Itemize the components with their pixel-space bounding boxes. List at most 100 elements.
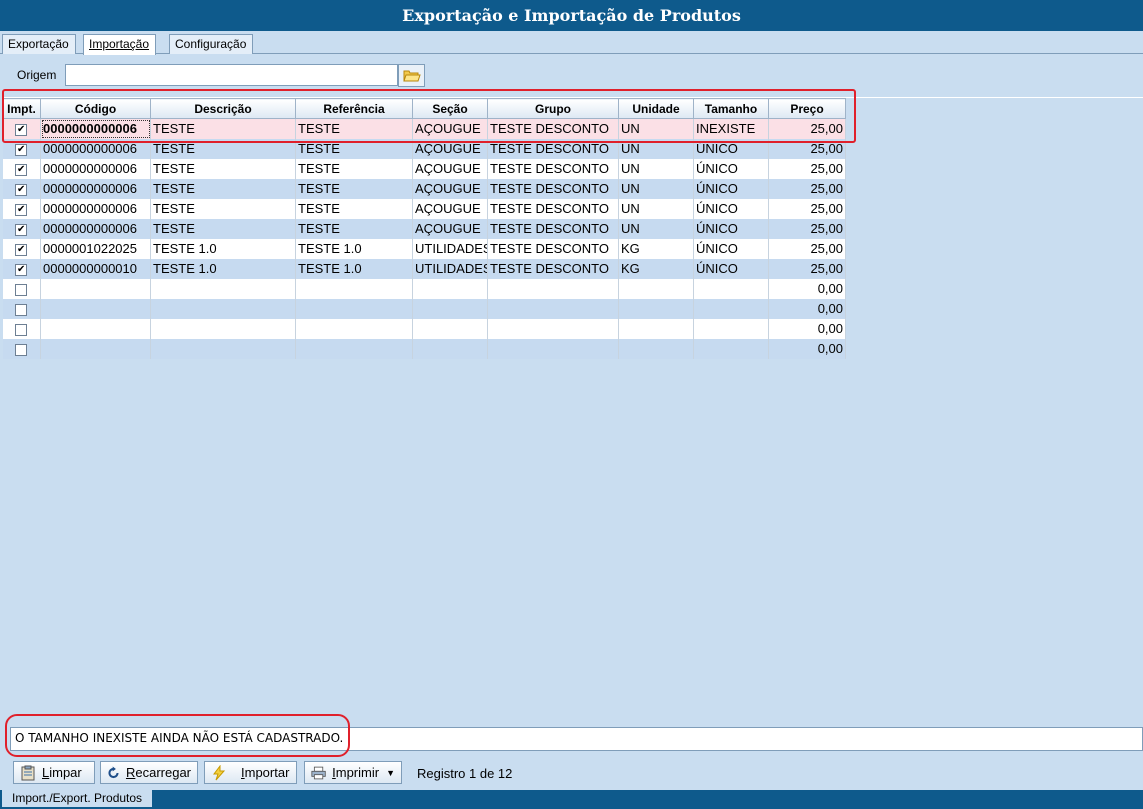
- cell-descricao[interactable]: TESTE: [150, 218, 296, 239]
- cell-unidade[interactable]: UN: [618, 218, 694, 239]
- checkbox-unchecked[interactable]: [15, 343, 28, 356]
- cell-preco[interactable]: 25,00: [768, 178, 846, 199]
- cell-tamanho[interactable]: [693, 278, 769, 299]
- tab-configuracao[interactable]: Configuração: [169, 34, 254, 54]
- cell-descricao[interactable]: TESTE: [150, 178, 296, 199]
- cell-referencia[interactable]: TESTE: [295, 218, 413, 239]
- cell-tamanho[interactable]: ÚNICO: [693, 198, 769, 219]
- tab-importacao[interactable]: Importação: [83, 34, 157, 55]
- cell-tamanho[interactable]: ÚNICO: [693, 238, 769, 259]
- cell-secao[interactable]: [412, 318, 488, 339]
- cell-preco[interactable]: 0,00: [768, 298, 846, 319]
- cell-secao[interactable]: [412, 338, 488, 359]
- cell-unidade[interactable]: UN: [618, 158, 694, 179]
- cell-grupo[interactable]: [487, 338, 619, 359]
- cell-codigo[interactable]: 0000001022025: [40, 238, 151, 259]
- cell-grupo[interactable]: [487, 278, 619, 299]
- cell-grupo[interactable]: TESTE DESCONTO: [487, 258, 619, 279]
- cell-referencia[interactable]: [295, 278, 413, 299]
- cell-secao[interactable]: AÇOUGUE: [412, 198, 488, 219]
- cell-codigo[interactable]: 0000000000006: [40, 198, 151, 219]
- cell-unidade[interactable]: [618, 278, 694, 299]
- cell-preco[interactable]: 0,00: [768, 338, 846, 359]
- cell-referencia[interactable]: TESTE 1.0: [295, 258, 413, 279]
- cell-grupo[interactable]: [487, 298, 619, 319]
- cell-referencia[interactable]: [295, 338, 413, 359]
- checkbox-checked[interactable]: ✔: [15, 183, 28, 196]
- cell-preco[interactable]: 25,00: [768, 198, 846, 219]
- cell-grupo[interactable]: TESTE DESCONTO: [487, 218, 619, 239]
- cell-codigo[interactable]: 0000000000006: [40, 158, 151, 179]
- browse-folder-button[interactable]: [398, 64, 425, 87]
- table-row[interactable]: ✔ 0000000000010 TESTE 1.0 TESTE 1.0 UTILIDAD…: [2, 258, 846, 279]
- cell-tamanho[interactable]: ÚNICO: [693, 218, 769, 239]
- recarregar-button[interactable]: Recarregar: [100, 761, 198, 784]
- cell-referencia[interactable]: TESTE: [295, 198, 413, 219]
- cell-grupo[interactable]: [487, 318, 619, 339]
- cell-secao[interactable]: AÇOUGUE: [412, 178, 488, 199]
- cell-referencia[interactable]: [295, 298, 413, 319]
- cell-descricao[interactable]: [150, 278, 296, 299]
- table-row[interactable]: ✔ 0000001022025 TESTE 1.0 TESTE 1.0 UTILIDAD…: [2, 238, 846, 259]
- cell-referencia[interactable]: [295, 318, 413, 339]
- cell-codigo[interactable]: 0000000000006: [40, 178, 151, 199]
- cell-descricao[interactable]: TESTE 1.0: [150, 258, 296, 279]
- importar-button[interactable]: Importar: [204, 761, 297, 784]
- cell-preco[interactable]: 25,00: [768, 158, 846, 179]
- cell-tamanho[interactable]: ÚNICO: [693, 178, 769, 199]
- chevron-down-icon[interactable]: ▼: [386, 768, 395, 778]
- cell-preco[interactable]: 25,00: [768, 258, 846, 279]
- cell-codigo[interactable]: [40, 278, 151, 299]
- cell-grupo[interactable]: TESTE DESCONTO: [487, 198, 619, 219]
- cell-grupo[interactable]: TESTE DESCONTO: [487, 158, 619, 179]
- table-row[interactable]: ✔ 0000000000006 TESTE TESTE AÇOUGUE TESTE DES…: [2, 178, 846, 199]
- cell-codigo[interactable]: 0000000000010: [40, 258, 151, 279]
- cell-grupo[interactable]: TESTE DESCONTO: [487, 178, 619, 199]
- checkbox-checked[interactable]: ✔: [15, 203, 28, 216]
- cell-unidade[interactable]: [618, 298, 694, 319]
- cell-secao[interactable]: [412, 298, 488, 319]
- cell-unidade[interactable]: KG: [618, 258, 694, 279]
- cell-codigo[interactable]: [40, 318, 151, 339]
- table-row[interactable]: 0,00: [2, 318, 846, 339]
- cell-secao[interactable]: AÇOUGUE: [412, 158, 488, 179]
- cell-unidade[interactable]: UN: [618, 178, 694, 199]
- cell-tamanho[interactable]: [693, 298, 769, 319]
- cell-tamanho[interactable]: [693, 338, 769, 359]
- cell-preco[interactable]: 0,00: [768, 278, 846, 299]
- table-row[interactable]: ✔ 0000000000006 TESTE TESTE AÇOUGUE TESTE DES…: [2, 198, 846, 219]
- cell-codigo[interactable]: [40, 298, 151, 319]
- limpar-button[interactable]: Limpar: [13, 761, 95, 784]
- checkbox-checked[interactable]: ✔: [15, 243, 28, 256]
- cell-secao[interactable]: AÇOUGUE: [412, 218, 488, 239]
- cell-referencia[interactable]: TESTE: [295, 158, 413, 179]
- checkbox-checked[interactable]: ✔: [15, 163, 28, 176]
- cell-descricao[interactable]: TESTE: [150, 198, 296, 219]
- table-row[interactable]: ✔ 0000000000006 TESTE TESTE AÇOUGUE TESTE DES…: [2, 158, 846, 179]
- cell-secao[interactable]: UTILIDADES: [412, 238, 488, 259]
- cell-preco[interactable]: 25,00: [768, 238, 846, 259]
- bottom-tab-import-export[interactable]: Import./Export. Produtos: [2, 790, 153, 807]
- cell-codigo[interactable]: 0000000000006: [40, 218, 151, 239]
- cell-descricao[interactable]: [150, 298, 296, 319]
- table-row[interactable]: 0,00: [2, 338, 846, 359]
- checkbox-unchecked[interactable]: [15, 283, 28, 296]
- cell-tamanho[interactable]: ÚNICO: [693, 158, 769, 179]
- origem-input[interactable]: [65, 64, 398, 86]
- cell-descricao[interactable]: [150, 338, 296, 359]
- table-row[interactable]: 0,00: [2, 278, 846, 299]
- cell-unidade[interactable]: KG: [618, 238, 694, 259]
- cell-codigo[interactable]: [40, 338, 151, 359]
- checkbox-unchecked[interactable]: [15, 303, 28, 316]
- table-row[interactable]: 0,00: [2, 298, 846, 319]
- checkbox-checked[interactable]: ✔: [15, 143, 28, 156]
- cell-descricao[interactable]: [150, 318, 296, 339]
- cell-unidade[interactable]: [618, 338, 694, 359]
- cell-descricao[interactable]: TESTE 1.0: [150, 238, 296, 259]
- checkbox-checked[interactable]: ✔: [15, 263, 28, 276]
- cell-descricao[interactable]: TESTE: [150, 158, 296, 179]
- cell-unidade[interactable]: UN: [618, 198, 694, 219]
- tab-exportacao[interactable]: Exportação: [2, 34, 76, 54]
- cell-unidade[interactable]: [618, 318, 694, 339]
- cell-referencia[interactable]: TESTE 1.0: [295, 238, 413, 259]
